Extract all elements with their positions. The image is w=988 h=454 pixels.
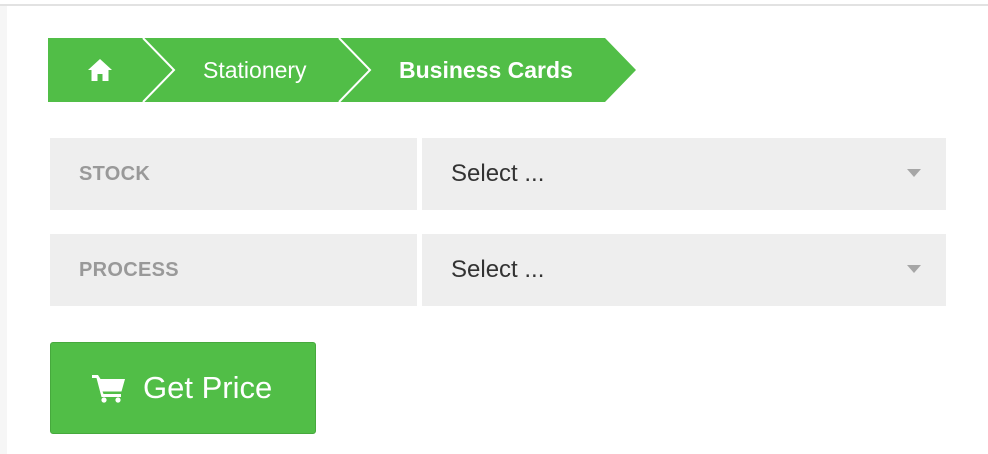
- process-select[interactable]: Select ...: [422, 234, 946, 306]
- breadcrumb: Stationery Business Cards: [48, 38, 636, 102]
- stock-select[interactable]: Select ...: [422, 138, 946, 210]
- home-icon: [88, 59, 112, 81]
- top-divider: [0, 4, 988, 6]
- left-edge: [0, 6, 7, 454]
- chevron-down-icon: [907, 169, 921, 177]
- cart-icon: [92, 375, 125, 403]
- chevron-down-icon: [907, 265, 921, 273]
- breadcrumb-home[interactable]: [86, 38, 114, 102]
- process-label: PROCESS: [50, 234, 417, 306]
- stock-select-value: Select ...: [451, 160, 545, 187]
- get-price-label: Get Price: [143, 370, 273, 405]
- stock-label: STOCK: [50, 138, 417, 210]
- process-row: PROCESS Select ...: [50, 234, 946, 306]
- get-price-button[interactable]: Get Price: [50, 342, 316, 434]
- page: Stationery Business Cards STOCK Select .…: [0, 0, 988, 454]
- stock-row: STOCK Select ...: [50, 138, 946, 210]
- breadcrumb-item-business-cards: Business Cards: [399, 56, 573, 83]
- breadcrumb-item-stationery[interactable]: Stationery: [203, 38, 307, 102]
- process-select-value: Select ...: [451, 256, 545, 283]
